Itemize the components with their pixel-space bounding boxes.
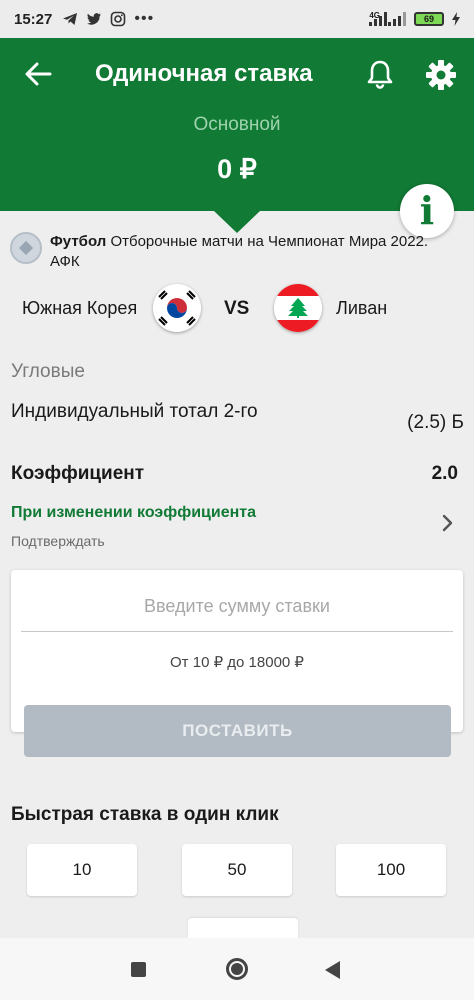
stake-range: От 10 ₽ до 18000 ₽ [170,654,304,671]
match-teams: Южная Корея VS Ливан [0,284,474,332]
south-korea-flag-icon [153,284,201,332]
balance-amount: 0 ₽ [217,154,257,184]
status-time: 15:27 [14,10,53,28]
gear-icon[interactable] [424,58,458,92]
system-icons: 4G 69 [369,10,460,26]
coefficient-change-setting[interactable]: При изменении коэффициента Подтверждать [0,500,474,556]
more-dots-icon: ••• [134,10,155,27]
status-bar: 15:27 ••• 4G 69 [0,0,474,38]
event-tournament: Отборочные матчи на Чемпионат Мира 2022.… [50,233,429,270]
charging-icon [452,12,460,26]
recents-icon[interactable] [131,962,146,977]
battery-icon: 69 [414,12,444,26]
instagram-icon [111,11,126,27]
coefficient-label: Коэффициент [11,463,145,484]
telegram-icon [63,13,78,25]
notification-icons: ••• [62,10,154,28]
coefficient-value: 2.0 [431,463,458,484]
info-button[interactable]: i [400,184,454,238]
quick-bet-button[interactable]: 10 [27,844,137,896]
header: Одиночная ставка Основной 0 ₽ [0,38,474,211]
back-triangle-icon[interactable] [325,961,340,979]
event-text: Футбол Отборочные матчи на Чемпионат Мир… [50,232,460,272]
coefficient-change-value: Подтверждать [11,533,105,549]
place-bet-button[interactable]: ПОСТАВИТЬ [24,705,451,757]
market-name: Угловые [11,361,85,382]
event-info: Футбол Отборочные матчи на Чемпионат Мир… [10,232,460,272]
signal-icon-2 [388,12,406,26]
balance-type: Основной [193,114,281,135]
chevron-right-icon [442,514,453,532]
bell-icon[interactable] [364,58,396,90]
football-icon [10,232,42,264]
vs-label: VS [224,298,250,319]
quick-bet-title: Быстрая ставка в один клик [11,804,279,825]
twitter-icon [87,13,102,25]
quick-bet-button[interactable]: 50 [182,844,292,896]
bet-value: (2.5) Б [407,412,464,433]
page-title: Одиночная ставка [95,60,313,87]
stake-amount-input[interactable] [21,582,453,632]
system-nav-bar [0,938,474,1000]
back-arrow-icon[interactable] [22,58,54,90]
network-type: 4G [369,10,380,20]
home-icon[interactable] [226,958,248,980]
team1-name: Южная Корея [22,298,138,318]
lebanon-flag-icon [274,284,322,332]
quick-bet-button[interactable]: 100 [336,844,446,896]
coefficient-change-label: При изменении коэффициента [11,504,257,521]
header-pointer [214,211,260,233]
team2-name: Ливан [336,298,388,318]
event-sport: Футбол [50,233,107,250]
bet-name: Индивидуальный тотал 2-го [11,401,258,422]
